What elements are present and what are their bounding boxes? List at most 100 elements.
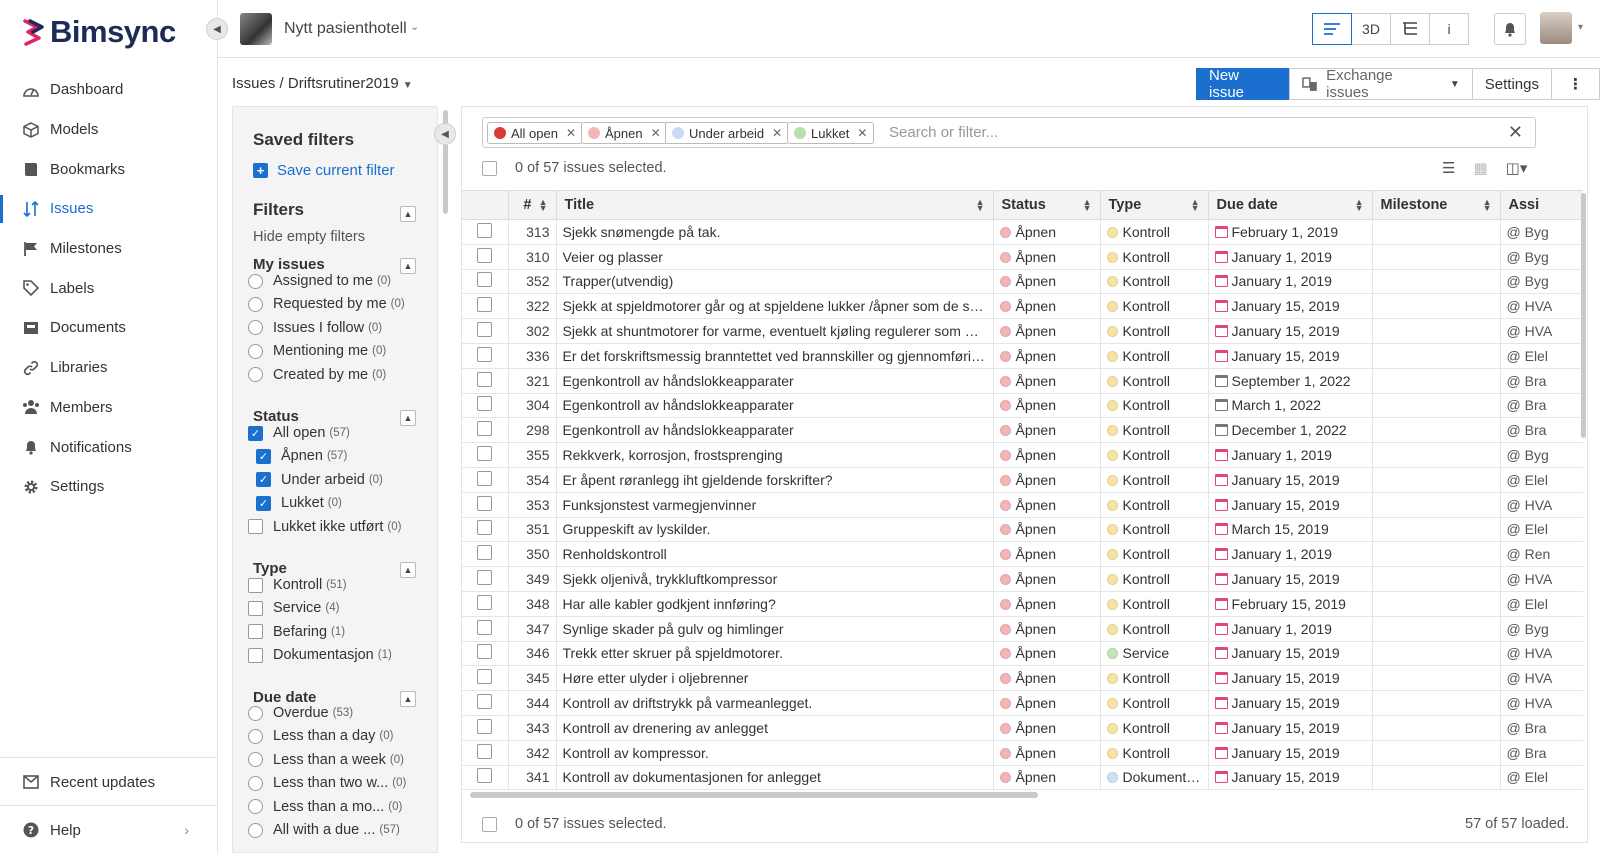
issue-title[interactable]: Kontroll av drenering av anlegget: [556, 715, 994, 741]
filter-option[interactable]: Lukket ikke utført (0): [248, 519, 401, 535]
row-checkbox[interactable]: [477, 570, 493, 586]
issue-title[interactable]: Egenkontroll av håndslokkeapparater: [556, 393, 994, 419]
table-row[interactable]: 302 Sjekk at shuntmotorer for varme, even…: [462, 318, 1583, 344]
issue-title[interactable]: Renholdskontroll: [556, 541, 994, 568]
filter-radio[interactable]: [248, 728, 263, 744]
header-title[interactable]: Title ▲ ▼: [556, 190, 994, 220]
row-checkbox[interactable]: [477, 520, 493, 536]
remove-chip-icon[interactable]: ✕: [857, 126, 867, 140]
filter-option[interactable]: Requested by me (0): [248, 296, 405, 312]
chevron-down-icon[interactable]: ▾: [1578, 22, 1583, 33]
filter-checkbox[interactable]: [248, 624, 263, 640]
user-avatar[interactable]: [1540, 12, 1572, 44]
nav-item-bookmarks[interactable]: Bookmarks: [0, 149, 217, 189]
search-filter-bar[interactable]: All open ✕ Åpnen ✕ Under arbeid ✕ Lukket ✕ Sear…: [482, 117, 1536, 148]
row-checkbox[interactable]: [477, 545, 493, 561]
row-checkbox[interactable]: [477, 768, 493, 784]
issue-title[interactable]: Synlige skader på gulv og himlinger: [556, 616, 994, 642]
header-assignee[interactable]: Assi: [1500, 190, 1583, 220]
row-checkbox[interactable]: [477, 421, 493, 437]
row-checkbox[interactable]: [477, 247, 493, 263]
select-all-checkbox[interactable]: [482, 160, 497, 176]
issue-title[interactable]: Gruppeskift av lyskilder.: [556, 517, 994, 543]
breadcrumb-issues[interactable]: Issues: [232, 75, 275, 92]
chevron-down-icon[interactable]: ⌄: [410, 20, 419, 33]
row-checkbox[interactable]: [477, 718, 493, 734]
tree-view-button[interactable]: [1390, 13, 1430, 45]
table-row[interactable]: 343 Kontroll av drenering av anlegget Åpne…: [462, 715, 1583, 741]
table-row[interactable]: 350 Renholdskontroll Åpnen Kontroll January …: [462, 541, 1583, 568]
table-row[interactable]: 310 Veier og plasser Åpnen Kontroll January …: [462, 244, 1583, 270]
filter-option[interactable]: Less than a mo... (0): [248, 799, 402, 815]
columns-toggle-icon[interactable]: ◫▾: [1506, 159, 1528, 177]
hide-empty-filters-link[interactable]: Hide empty filters: [253, 229, 365, 245]
issue-title[interactable]: Er åpent røranlegg iht gjeldende forskri…: [556, 467, 994, 493]
filter-checkbox[interactable]: ✓: [256, 448, 271, 464]
filter-chip[interactable]: Åpnen ✕: [581, 122, 668, 144]
remove-chip-icon[interactable]: ✕: [772, 126, 782, 140]
filter-option[interactable]: Service (4): [248, 600, 339, 616]
nav-item-libraries[interactable]: Libraries: [0, 348, 217, 388]
row-checkbox[interactable]: [477, 396, 493, 412]
filter-radio[interactable]: [248, 343, 263, 359]
collapse-type-toggle[interactable]: ▲: [400, 562, 416, 578]
issue-title[interactable]: Trapper(utvendig): [556, 269, 994, 295]
row-checkbox[interactable]: [477, 371, 493, 387]
table-row[interactable]: 304 Egenkontroll av håndslokkeapparater Åp…: [462, 393, 1583, 419]
remove-chip-icon[interactable]: ✕: [566, 126, 576, 140]
row-checkbox[interactable]: [477, 743, 493, 759]
header-milestone[interactable]: Milestone ▲ ▼: [1372, 190, 1501, 220]
bimsync-logo[interactable]: Bimsync: [22, 14, 176, 50]
save-current-filter-link[interactable]: + Save current filter: [253, 162, 395, 179]
filter-option[interactable]: Mentioning me (0): [248, 343, 386, 359]
list-view-button[interactable]: [1312, 13, 1352, 45]
issue-title[interactable]: Kontroll av kompressor.: [556, 740, 994, 766]
filter-option[interactable]: Created by me (0): [248, 367, 386, 383]
list-density-icon[interactable]: ☰: [1442, 159, 1455, 177]
header-status[interactable]: Status ▲ ▼: [993, 190, 1101, 220]
3d-view-button[interactable]: 3D: [1351, 13, 1391, 45]
vertical-scrollbar[interactable]: [1581, 193, 1586, 438]
table-row[interactable]: 352 Trapper(utvendig) Åpnen Kontroll January…: [462, 269, 1583, 295]
nav-item-milestones[interactable]: Milestones: [0, 229, 217, 269]
filter-option[interactable]: Less than a day (0): [248, 728, 393, 744]
table-row[interactable]: 321 Egenkontroll av håndslokkeapparater Åp…: [462, 368, 1583, 394]
collapse-status-toggle[interactable]: ▲: [400, 410, 416, 426]
row-checkbox[interactable]: [477, 297, 493, 313]
issue-title[interactable]: Høre etter ulyder i oljebrenner: [556, 665, 994, 692]
horizontal-scrollbar[interactable]: [470, 792, 1038, 798]
filter-radio[interactable]: [248, 367, 263, 383]
filter-option[interactable]: ✓ All open (57): [248, 425, 350, 441]
header-type[interactable]: Type ▲ ▼: [1100, 190, 1209, 220]
filter-radio[interactable]: [248, 752, 263, 768]
nav-item-members[interactable]: Members: [0, 388, 217, 428]
project-name[interactable]: Nytt pasienthotell: [284, 20, 407, 38]
issue-title[interactable]: Sjekk at shuntmotorer for varme, eventue…: [556, 318, 994, 344]
table-row[interactable]: 313 Sjekk snømengde på tak. Åpnen Kontroll F…: [462, 219, 1583, 245]
row-checkbox[interactable]: [477, 619, 493, 635]
filter-radio[interactable]: [248, 320, 263, 336]
row-checkbox[interactable]: [477, 669, 493, 685]
collapse-due-date-toggle[interactable]: ▲: [400, 691, 416, 707]
exchange-issues-button[interactable]: Exchange issues ▼: [1289, 67, 1473, 101]
collapse-filters-button[interactable]: ◀: [434, 123, 456, 145]
table-row[interactable]: 344 Kontroll av driftstrykk på varmeanleg…: [462, 690, 1583, 716]
issue-title[interactable]: Veier og plasser: [556, 244, 994, 270]
row-checkbox[interactable]: [477, 495, 493, 511]
row-checkbox[interactable]: [477, 346, 493, 362]
filter-chip[interactable]: Under arbeid ✕: [665, 122, 790, 144]
issue-title[interactable]: Sjekk oljenivå, trykkluftkompressor: [556, 566, 994, 592]
issue-title[interactable]: Har alle kabler godkjent innføring?: [556, 591, 994, 617]
table-row[interactable]: 342 Kontroll av kompressor. Åpnen Kontroll J…: [462, 740, 1583, 766]
nav-item-recent-updates[interactable]: Recent updates: [0, 758, 217, 806]
filter-radio[interactable]: [248, 822, 263, 838]
collapse-filters-toggle[interactable]: ▲: [400, 206, 416, 222]
filter-option[interactable]: Assigned to me (0): [248, 273, 391, 289]
issue-title[interactable]: Kontroll av driftstrykk på varmeanlegget…: [556, 690, 994, 716]
info-button[interactable]: i: [1429, 13, 1469, 45]
filter-option[interactable]: ✓ Åpnen (57): [256, 448, 347, 464]
issue-title[interactable]: Egenkontroll av håndslokkeapparater: [556, 368, 994, 394]
project-thumbnail[interactable]: [240, 13, 272, 45]
row-checkbox[interactable]: [477, 694, 493, 710]
filter-option[interactable]: ✓ Lukket (0): [256, 495, 342, 511]
